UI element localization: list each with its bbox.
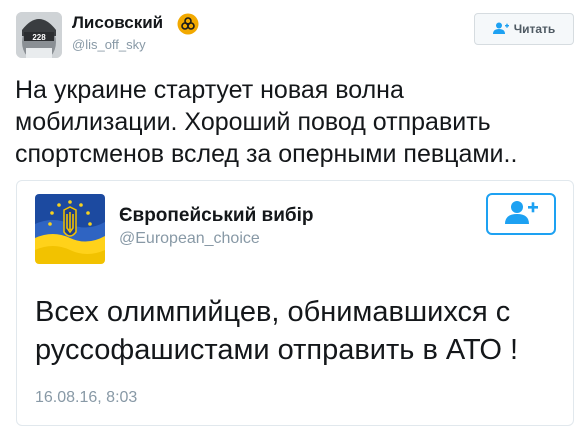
quoted-author-name[interactable]: Європейський вибір: [119, 205, 314, 227]
quoted-tweet[interactable]: Європейський вибір @European_choice Всех…: [16, 180, 574, 426]
follow-button-label: Читать: [513, 22, 556, 36]
quoted-timestamp[interactable]: 16.08.16, 8:03: [35, 389, 137, 407]
svg-text:228: 228: [32, 33, 46, 42]
add-user-icon: [504, 200, 538, 229]
quoted-author-handle[interactable]: @European_choice: [119, 230, 260, 248]
biohazard-icon: [177, 13, 199, 35]
tweet: 228 Лисовский @lis_off_sky Читать На укр…: [0, 0, 586, 434]
quoted-follow-button[interactable]: [486, 193, 556, 235]
author-avatar[interactable]: 228: [16, 12, 62, 58]
tweet-text: На украине стартует новая волна мобилиза…: [15, 76, 518, 168]
follow-button[interactable]: Читать: [474, 13, 574, 45]
quoted-tweet-text: Всех олимпийцев, обнимавшихся с руссофаш…: [35, 296, 519, 366]
add-user-icon: [492, 22, 509, 37]
author-name[interactable]: Лисовский: [72, 13, 163, 33]
author-handle[interactable]: @lis_off_sky: [72, 37, 146, 52]
quoted-author-avatar[interactable]: [35, 194, 105, 264]
